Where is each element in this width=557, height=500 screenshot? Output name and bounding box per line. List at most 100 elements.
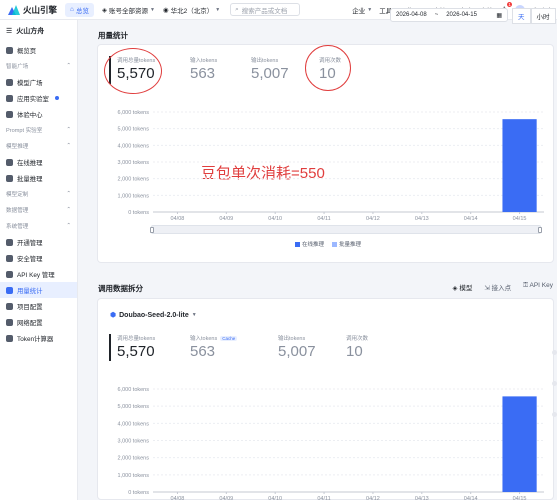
sidebar-item-label: 开通管理 (17, 239, 43, 247)
tab-endpoint[interactable]: ⇲ 接入点 (484, 282, 511, 292)
account-resources-selector[interactable]: ◈ 账号全部资源 ▼ (102, 5, 155, 15)
nav-enterprise[interactable]: 企业 ▼ (352, 5, 372, 15)
online-inference-icon (6, 158, 13, 166)
sidebar-group-label: Prompt 实验室 (6, 128, 43, 134)
metric-label: 输出tokens (251, 58, 279, 64)
x-tick-label: 04/13 (415, 496, 429, 500)
volcengine-logo[interactable]: 火山引擎 (8, 4, 57, 16)
sidebar-group-header[interactable]: 智能广场 ⌃ (0, 58, 77, 74)
sidebar-item-label: Token计算器 (17, 335, 54, 343)
sidebar-item[interactable]: 应用实验室 (0, 90, 77, 106)
tab-endpoint-label: 接入点 (491, 285, 512, 292)
sidebar-item-label: 网络配置 (17, 319, 43, 327)
tab-hour[interactable]: 小时 (530, 8, 556, 24)
legend-batch[interactable]: 批量推理 (332, 240, 361, 248)
metric-value: 10 (346, 343, 363, 360)
side-scroll-indicators (552, 350, 557, 417)
metric-value: 5,007 (278, 343, 316, 360)
breakdown-title: 调用数据拆分 (98, 284, 143, 293)
date-range-picker[interactable]: 2026-04-08 ~ 2026-04-15 ▦ (390, 8, 508, 22)
slider-handle-left[interactable] (150, 227, 154, 233)
sidebar-item[interactable]: API Key 管理 (0, 266, 77, 282)
usage-icon (6, 286, 13, 294)
sidebar-group-header[interactable]: 数据管理 ⌃ (0, 202, 77, 218)
chevron-icon: ⌃ (66, 223, 71, 229)
bar-04-15[interactable] (502, 396, 537, 492)
notification-count: 1 (506, 1, 513, 7)
y-tick-label: 1,000 tokens (118, 473, 150, 479)
sidebar-item[interactable]: 在线推理 (0, 154, 77, 170)
sidebar-item-label: 在线推理 (17, 159, 43, 167)
scroll-dot[interactable] (552, 350, 557, 355)
sidebar-item[interactable]: Token计算器 (0, 330, 77, 346)
y-tick-label: 5,000 tokens (118, 404, 150, 410)
sidebar-item-label: 体验中心 (17, 111, 43, 119)
project-icon (6, 302, 13, 310)
chevron-icon: ⌃ (66, 127, 71, 133)
account-resources-label: 账号全部资源 (108, 7, 148, 15)
sidebar-item[interactable]: 用量统计 (0, 282, 77, 298)
y-tick-label: 2,000 tokens (118, 456, 150, 462)
chevron-down-icon: ▼ (149, 6, 155, 13)
sidebar-group-header[interactable]: 模型推理 ⌃ (0, 138, 77, 154)
date-separator: ~ (434, 12, 439, 18)
sidebar-group-header[interactable]: 系统管理 ⌃ (0, 218, 77, 234)
sidebar-group-label: 数据管理 (6, 208, 29, 214)
key-icon: ⚿ (523, 282, 529, 289)
legend-swatch (295, 241, 300, 247)
sidebar-item[interactable]: 项目配置 (0, 298, 77, 314)
usage-bar-chart: 0 tokens 1,000 tokens 2,000 tokens 3,000 to… (118, 110, 544, 222)
metric-output-tokens: 输出tokens 5,007 (251, 56, 289, 82)
slider-handle-right[interactable] (538, 227, 542, 233)
tab-model[interactable]: ◈ 模型 (453, 282, 473, 292)
metric-value: 5,007 (251, 65, 289, 82)
network-icon (6, 318, 13, 326)
chevron-icon: ⌃ (66, 63, 71, 69)
home-button[interactable]: ⌂ 总览 (65, 2, 94, 17)
sidebar-item[interactable]: 体验中心 (0, 106, 77, 122)
sidebar-group-header[interactable]: Prompt 实验室 ⌃ (0, 122, 77, 138)
chart-zoom-slider[interactable] (150, 225, 542, 234)
home-icon: ⌂ (70, 6, 74, 13)
metric-value: 563 (190, 65, 216, 82)
sidebar-item[interactable]: 批量推理 (0, 170, 77, 186)
region-selector[interactable]: ◉ 华北2（北京） ▼ (163, 5, 220, 15)
scroll-dot[interactable] (552, 412, 557, 417)
tab-api-key[interactable]: ⚿ API Key (523, 282, 553, 292)
y-tick-label: 0 tokens (128, 210, 149, 216)
model-selector[interactable]: ⬢ Doubao-Seed-2.0-lite ▼ (110, 311, 197, 320)
sidebar-group-label: 系统管理 (6, 224, 29, 230)
sidebar-item[interactable]: 网络配置 (0, 314, 77, 330)
doubao-model-icon: ⬢ (110, 312, 117, 319)
chevron-icon: ⌃ (66, 207, 71, 213)
volcano-logo-icon (8, 4, 20, 15)
x-tick-label: 04/12 (366, 496, 380, 500)
sidebar-item[interactable]: 安全管理 (0, 250, 77, 266)
tab-model-label: 模型 (459, 285, 473, 292)
sidebar-item[interactable]: 开通管理 (0, 234, 77, 250)
sidebar-brand[interactable]: ☰ 火山方舟 (0, 20, 77, 42)
bar-04-15[interactable] (502, 119, 537, 212)
x-tick-label: 04/10 (268, 496, 282, 500)
security-icon (6, 254, 13, 262)
y-tick-label: 4,000 tokens (118, 143, 150, 149)
legend-online[interactable]: 在线推理 (295, 240, 324, 248)
scroll-dot[interactable] (552, 381, 557, 386)
global-search-input[interactable]: ⌕ 搜索产品或文档 (230, 3, 301, 16)
overview-icon (6, 46, 13, 54)
sidebar-item[interactable]: 概览页 (0, 42, 77, 58)
x-tick-label: 04/11 (317, 216, 330, 222)
key-icon (6, 270, 13, 278)
tab-day[interactable]: 天 (512, 8, 531, 24)
sidebar-group-label: 智能广场 (6, 64, 29, 70)
app-lab-icon (6, 94, 13, 102)
sidebar-item-label: 项目配置 (17, 303, 43, 311)
model-name: Doubao-Seed-2.0-lite (119, 311, 189, 319)
search-icon: ⌕ (235, 5, 239, 13)
metric-value: 563 (190, 343, 216, 360)
metric-input-tokens: 输入tokens 563 (190, 56, 217, 82)
sidebar-group-header[interactable]: 模型定制 ⌃ (0, 186, 77, 202)
y-tick-label: 4,000 tokens (118, 421, 150, 427)
sidebar-item[interactable]: 模型广场 (0, 74, 77, 90)
model-metric-total-tokens: 调用总量tokens 5,570 (117, 334, 155, 360)
